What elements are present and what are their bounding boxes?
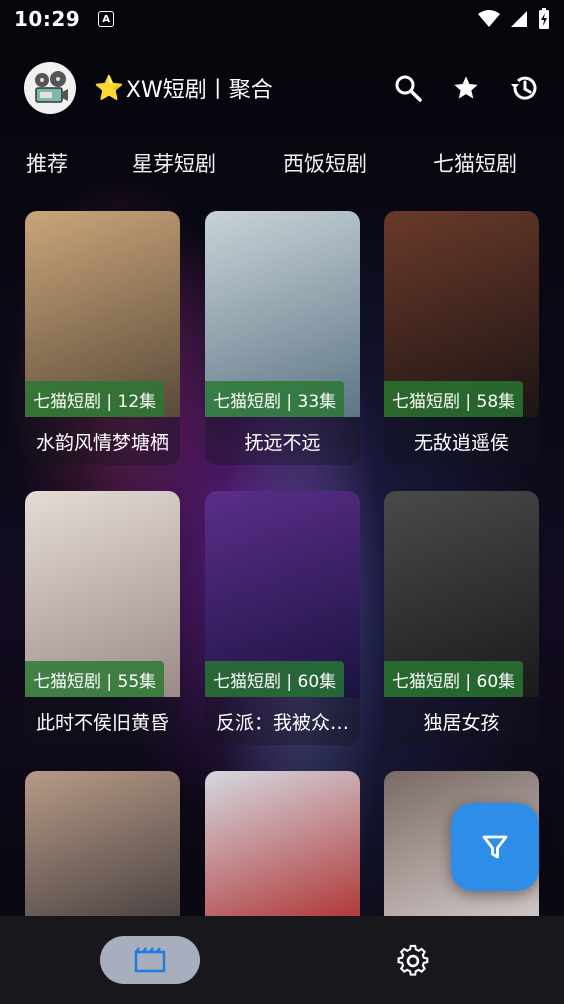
- star-badge: ⭐: [94, 74, 124, 102]
- drama-card[interactable]: 七猫短剧 | 60集 反派：我被众…: [205, 491, 360, 745]
- app-header: ⭐ XW短剧丨聚合: [0, 60, 564, 116]
- drama-poster: 七猫短剧 | 60集: [205, 491, 360, 697]
- favorites-button[interactable]: [450, 72, 482, 104]
- battery-icon: [539, 8, 549, 29]
- drama-title: 反派：我被众…: [205, 697, 360, 745]
- episode-tag: 七猫短剧 | 60集: [384, 661, 524, 697]
- drama-card[interactable]: 七猫短剧 | 12集 水韵风情梦塘栖: [25, 211, 180, 465]
- tab-xingya[interactable]: 星芽短剧: [132, 148, 216, 178]
- drama-poster: 七猫短剧 | 12集: [25, 211, 180, 417]
- episode-tag: 七猫短剧 | 55集: [25, 661, 165, 697]
- tab-xifan[interactable]: 西饭短剧: [283, 148, 367, 178]
- filter-icon: [482, 835, 508, 859]
- tab-recommend[interactable]: 推荐: [26, 148, 68, 178]
- drama-title: 抚远不远: [205, 417, 360, 465]
- video-icon: [134, 947, 166, 973]
- drama-card[interactable]: [25, 771, 180, 916]
- drama-poster: 七猫短剧 | 33集: [205, 211, 360, 417]
- drama-poster: [205, 771, 360, 916]
- drama-card[interactable]: 七猫短剧 | 58集 无敌逍遥侯: [384, 211, 539, 465]
- projector-icon: [35, 71, 68, 103]
- drama-title: 水韵风情梦塘栖: [25, 417, 180, 465]
- search-button[interactable]: [392, 72, 424, 104]
- poster-art: [205, 771, 360, 916]
- drama-poster: [25, 771, 180, 916]
- drama-card[interactable]: 七猫短剧 | 55集 此时不侯旧黄昏: [25, 491, 180, 745]
- drama-title: 独居女孩: [384, 697, 539, 745]
- tab-qimao[interactable]: 七猫短剧: [433, 148, 517, 178]
- drama-card[interactable]: [205, 771, 360, 916]
- episode-tag: 七猫短剧 | 33集: [205, 381, 345, 417]
- drama-card[interactable]: 七猫短剧 | 33集 抚远不远: [205, 211, 360, 465]
- episode-tag: 七猫短剧 | 58集: [384, 381, 524, 417]
- filter-button[interactable]: [451, 803, 539, 891]
- app-title-text: XW短剧丨聚合: [125, 78, 273, 103]
- drama-poster: 七猫短剧 | 55集: [25, 491, 180, 697]
- episode-tag: 七猫短剧 | 12集: [25, 381, 165, 417]
- bottom-navigation: [0, 916, 564, 1004]
- drama-poster: 七猫短剧 | 60集: [384, 491, 539, 697]
- category-tabs: 推荐 星芽短剧 西饭短剧 七猫短剧: [0, 140, 564, 186]
- notification-a-icon: A: [98, 11, 115, 27]
- signal-icon: [511, 11, 527, 27]
- drama-title: 无敌逍遥侯: [384, 417, 539, 465]
- nav-settings-button[interactable]: [394, 942, 432, 980]
- status-time: 10:29: [14, 7, 81, 31]
- app-title: ⭐ XW短剧丨聚合: [94, 72, 273, 104]
- drama-card[interactable]: 七猫短剧 | 60集 独居女孩: [384, 491, 539, 745]
- app-logo[interactable]: [24, 62, 76, 114]
- episode-tag: 七猫短剧 | 60集: [205, 661, 345, 697]
- settings-icon: [397, 944, 429, 976]
- search-icon: [395, 75, 422, 102]
- star-icon: [454, 76, 478, 99]
- drama-title: 此时不侯旧黄昏: [25, 697, 180, 745]
- wifi-icon: [478, 10, 500, 27]
- drama-poster: 七猫短剧 | 58集: [384, 211, 539, 417]
- history-icon: [511, 76, 537, 100]
- poster-art: [25, 771, 180, 916]
- history-button[interactable]: [508, 72, 540, 104]
- nav-videos-button[interactable]: [100, 936, 200, 984]
- status-bar: 10:29 A: [0, 0, 564, 38]
